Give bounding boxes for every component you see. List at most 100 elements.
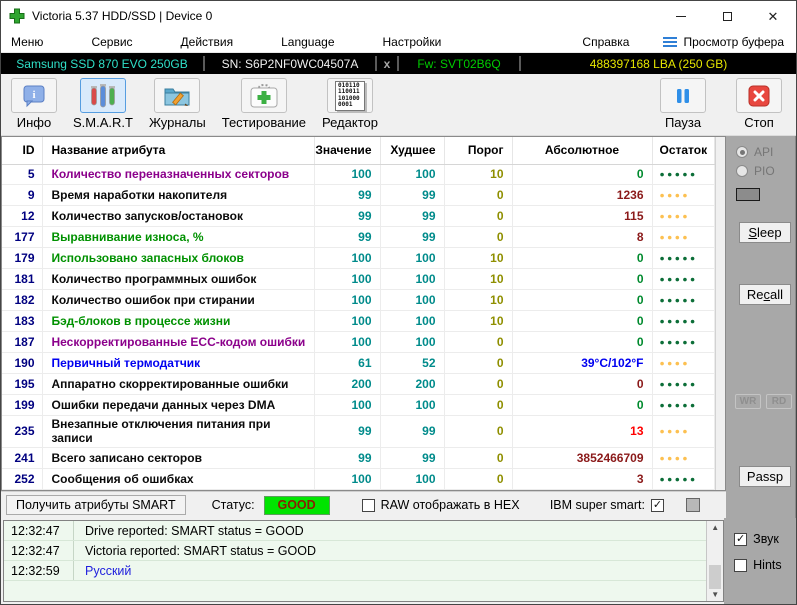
table-row[interactable]: 187Нескорректированные ECC-кодом ошибки1…	[2, 332, 714, 353]
raw-hex-checkbox[interactable]	[362, 499, 375, 512]
header-threshold[interactable]: Порог	[444, 137, 512, 164]
ibm-super-smart-checkbox[interactable]	[651, 499, 664, 512]
pio-radio-row[interactable]: PIO	[736, 164, 775, 178]
journals-button[interactable]: Журналы	[149, 78, 206, 130]
health-dots-icon: ●●●●	[660, 190, 691, 200]
hints-checkbox-row[interactable]: Hints	[734, 558, 796, 572]
table-row[interactable]: 199Ошибки передачи данных через DMA10010…	[2, 394, 714, 415]
table-scrollbar[interactable]	[715, 137, 726, 490]
scroll-down-icon[interactable]: ▼	[707, 590, 723, 599]
table-row[interactable]: 181Количество программных ошибок10010010…	[2, 269, 714, 290]
cell-threshold: 0	[444, 374, 512, 395]
table-row[interactable]: 241Всего записано секторов99990385246670…	[2, 447, 714, 468]
table-row[interactable]: 252Сообщения об ошибках10010003●●●●●	[2, 468, 714, 489]
wr-button[interactable]: WR	[735, 394, 761, 409]
table-row[interactable]: 177Выравнивание износа, %999908●●●●	[2, 227, 714, 248]
app-window: Victoria 5.37 HDD/SSD | Device 0 ✕ Меню …	[0, 0, 797, 605]
menu-item-language[interactable]: Language	[281, 35, 334, 49]
status-bar: Получить атрибуты SMART Статус: GOOD RAW…	[1, 491, 726, 518]
sound-checkbox-row[interactable]: Звук	[734, 532, 796, 546]
maximize-button[interactable]	[704, 1, 750, 31]
cell-attribute-name: Нескорректированные ECC-кодом ошибки	[42, 332, 314, 353]
cell-absolute: 0	[512, 164, 652, 185]
cell-value: 100	[314, 269, 380, 290]
table-row[interactable]: 190Первичный термодатчик6152039°C/102°F●…	[2, 353, 714, 374]
table-row[interactable]: 179Использовано запасных блоков100100100…	[2, 248, 714, 269]
passp-button[interactable]: Passp	[739, 466, 791, 487]
scrollbar-thumb[interactable]	[709, 565, 721, 589]
pio-radio[interactable]	[736, 165, 748, 177]
api-radio-row[interactable]: API	[736, 145, 773, 159]
cell-id: 179	[2, 248, 42, 269]
device-x-mark[interactable]: x	[377, 57, 397, 71]
cell-attribute-name: Количество переназначенных секторов	[42, 164, 314, 185]
table-row[interactable]: 9Время наработки накопителя999901236●●●●	[2, 185, 714, 206]
cell-value: 99	[314, 447, 380, 468]
window-controls: ✕	[658, 1, 796, 31]
menu-item-service[interactable]: Сервис	[91, 35, 132, 49]
header-value[interactable]: Значение	[314, 137, 380, 164]
cell-threshold: 0	[444, 227, 512, 248]
rd-button[interactable]: RD	[766, 394, 792, 409]
stop-button-label: Стоп	[744, 115, 773, 130]
header-id[interactable]: ID	[2, 137, 42, 164]
table-row[interactable]: 182Количество ошибок при стирании1001001…	[2, 290, 714, 311]
scroll-up-icon[interactable]: ▲	[707, 523, 723, 532]
log-entry[interactable]: 12:32:47Victoria reported: SMART status …	[4, 541, 706, 561]
cell-id: 177	[2, 227, 42, 248]
header-remaining[interactable]: Остаток	[652, 137, 714, 164]
cell-remaining-dots: ●●●●	[652, 447, 714, 468]
cell-absolute: 0	[512, 248, 652, 269]
sleep-button[interactable]: Sleep	[739, 222, 791, 243]
sound-checkbox[interactable]	[734, 533, 747, 546]
stop-button[interactable]: Стоп	[736, 78, 782, 130]
cell-remaining-dots: ●●●●●	[652, 394, 714, 415]
get-smart-attributes-button[interactable]: Получить атрибуты SMART	[6, 495, 186, 515]
recall-button[interactable]: Recall	[739, 284, 791, 305]
cell-value: 99	[314, 185, 380, 206]
log-entries: 12:32:47Drive reported: SMART status = G…	[4, 521, 706, 601]
cell-remaining-dots: ●●●●	[652, 415, 714, 447]
list-icon	[663, 36, 677, 48]
raw-hex-checkbox-row[interactable]: RAW отображать в HEX	[362, 498, 520, 512]
log-entry[interactable]: 12:32:47Drive reported: SMART status = G…	[4, 521, 706, 541]
cell-attribute-name: Ошибки передачи данных через DMA	[42, 394, 314, 415]
menu-item-menu[interactable]: Меню	[11, 35, 43, 49]
header-absolute[interactable]: Абсолютное	[512, 137, 652, 164]
header-worst[interactable]: Худшее	[380, 137, 444, 164]
log-entry[interactable]: 12:32:59Русский	[4, 561, 706, 581]
minimize-button[interactable]	[658, 1, 704, 31]
editor-button[interactable]: 010110 110011 101000 0001 Редактор	[322, 78, 378, 130]
pause-button[interactable]: Пауза	[660, 78, 706, 130]
victoria-app-icon	[9, 8, 25, 24]
indicator-box[interactable]	[686, 498, 700, 512]
testing-button[interactable]: Тестирование	[222, 78, 306, 130]
table-row[interactable]: 195Аппаратно скорректированные ошибки200…	[2, 374, 714, 395]
cell-remaining-dots: ●●●●●	[652, 468, 714, 489]
api-radio-label: API	[754, 145, 773, 159]
cell-worst: 99	[380, 447, 444, 468]
smart-button[interactable]: S.M.A.R.T	[73, 78, 133, 130]
buffer-view-button[interactable]: Просмотр буфера	[663, 35, 784, 49]
close-button[interactable]: ✕	[750, 1, 796, 31]
menu-item-help[interactable]: Справка	[582, 35, 629, 49]
hints-checkbox[interactable]	[734, 559, 747, 572]
header-attribute-name[interactable]: Название атрибута	[42, 137, 314, 164]
log-timestamp: 12:32:47	[4, 541, 74, 560]
log-scrollbar[interactable]: ▲ ▼	[706, 521, 723, 601]
maximize-icon	[723, 12, 732, 21]
cell-attribute-name: Сообщения об ошибках	[42, 468, 314, 489]
table-row[interactable]: 235Внезапные отключения питания при запи…	[2, 415, 714, 447]
sound-label: Звук	[753, 532, 779, 546]
device-firmware: Fw: SVT02B6Q	[399, 57, 519, 71]
table-row[interactable]: 5Количество переназначенных секторов1001…	[2, 164, 714, 185]
table-row[interactable]: 12Количество запусков/остановок99990115●…	[2, 206, 714, 227]
info-button[interactable]: i Инфо	[11, 78, 57, 130]
api-radio[interactable]	[736, 146, 748, 158]
menu-item-actions[interactable]: Действия	[181, 35, 234, 49]
menu-item-settings[interactable]: Настройки	[383, 35, 442, 49]
table-row[interactable]: 183Бэд-блоков в процессе жизни100100100●…	[2, 311, 714, 332]
cell-value: 61	[314, 353, 380, 374]
cell-absolute: 1236	[512, 185, 652, 206]
bottom-right-panel: Звук Hints	[724, 518, 796, 605]
